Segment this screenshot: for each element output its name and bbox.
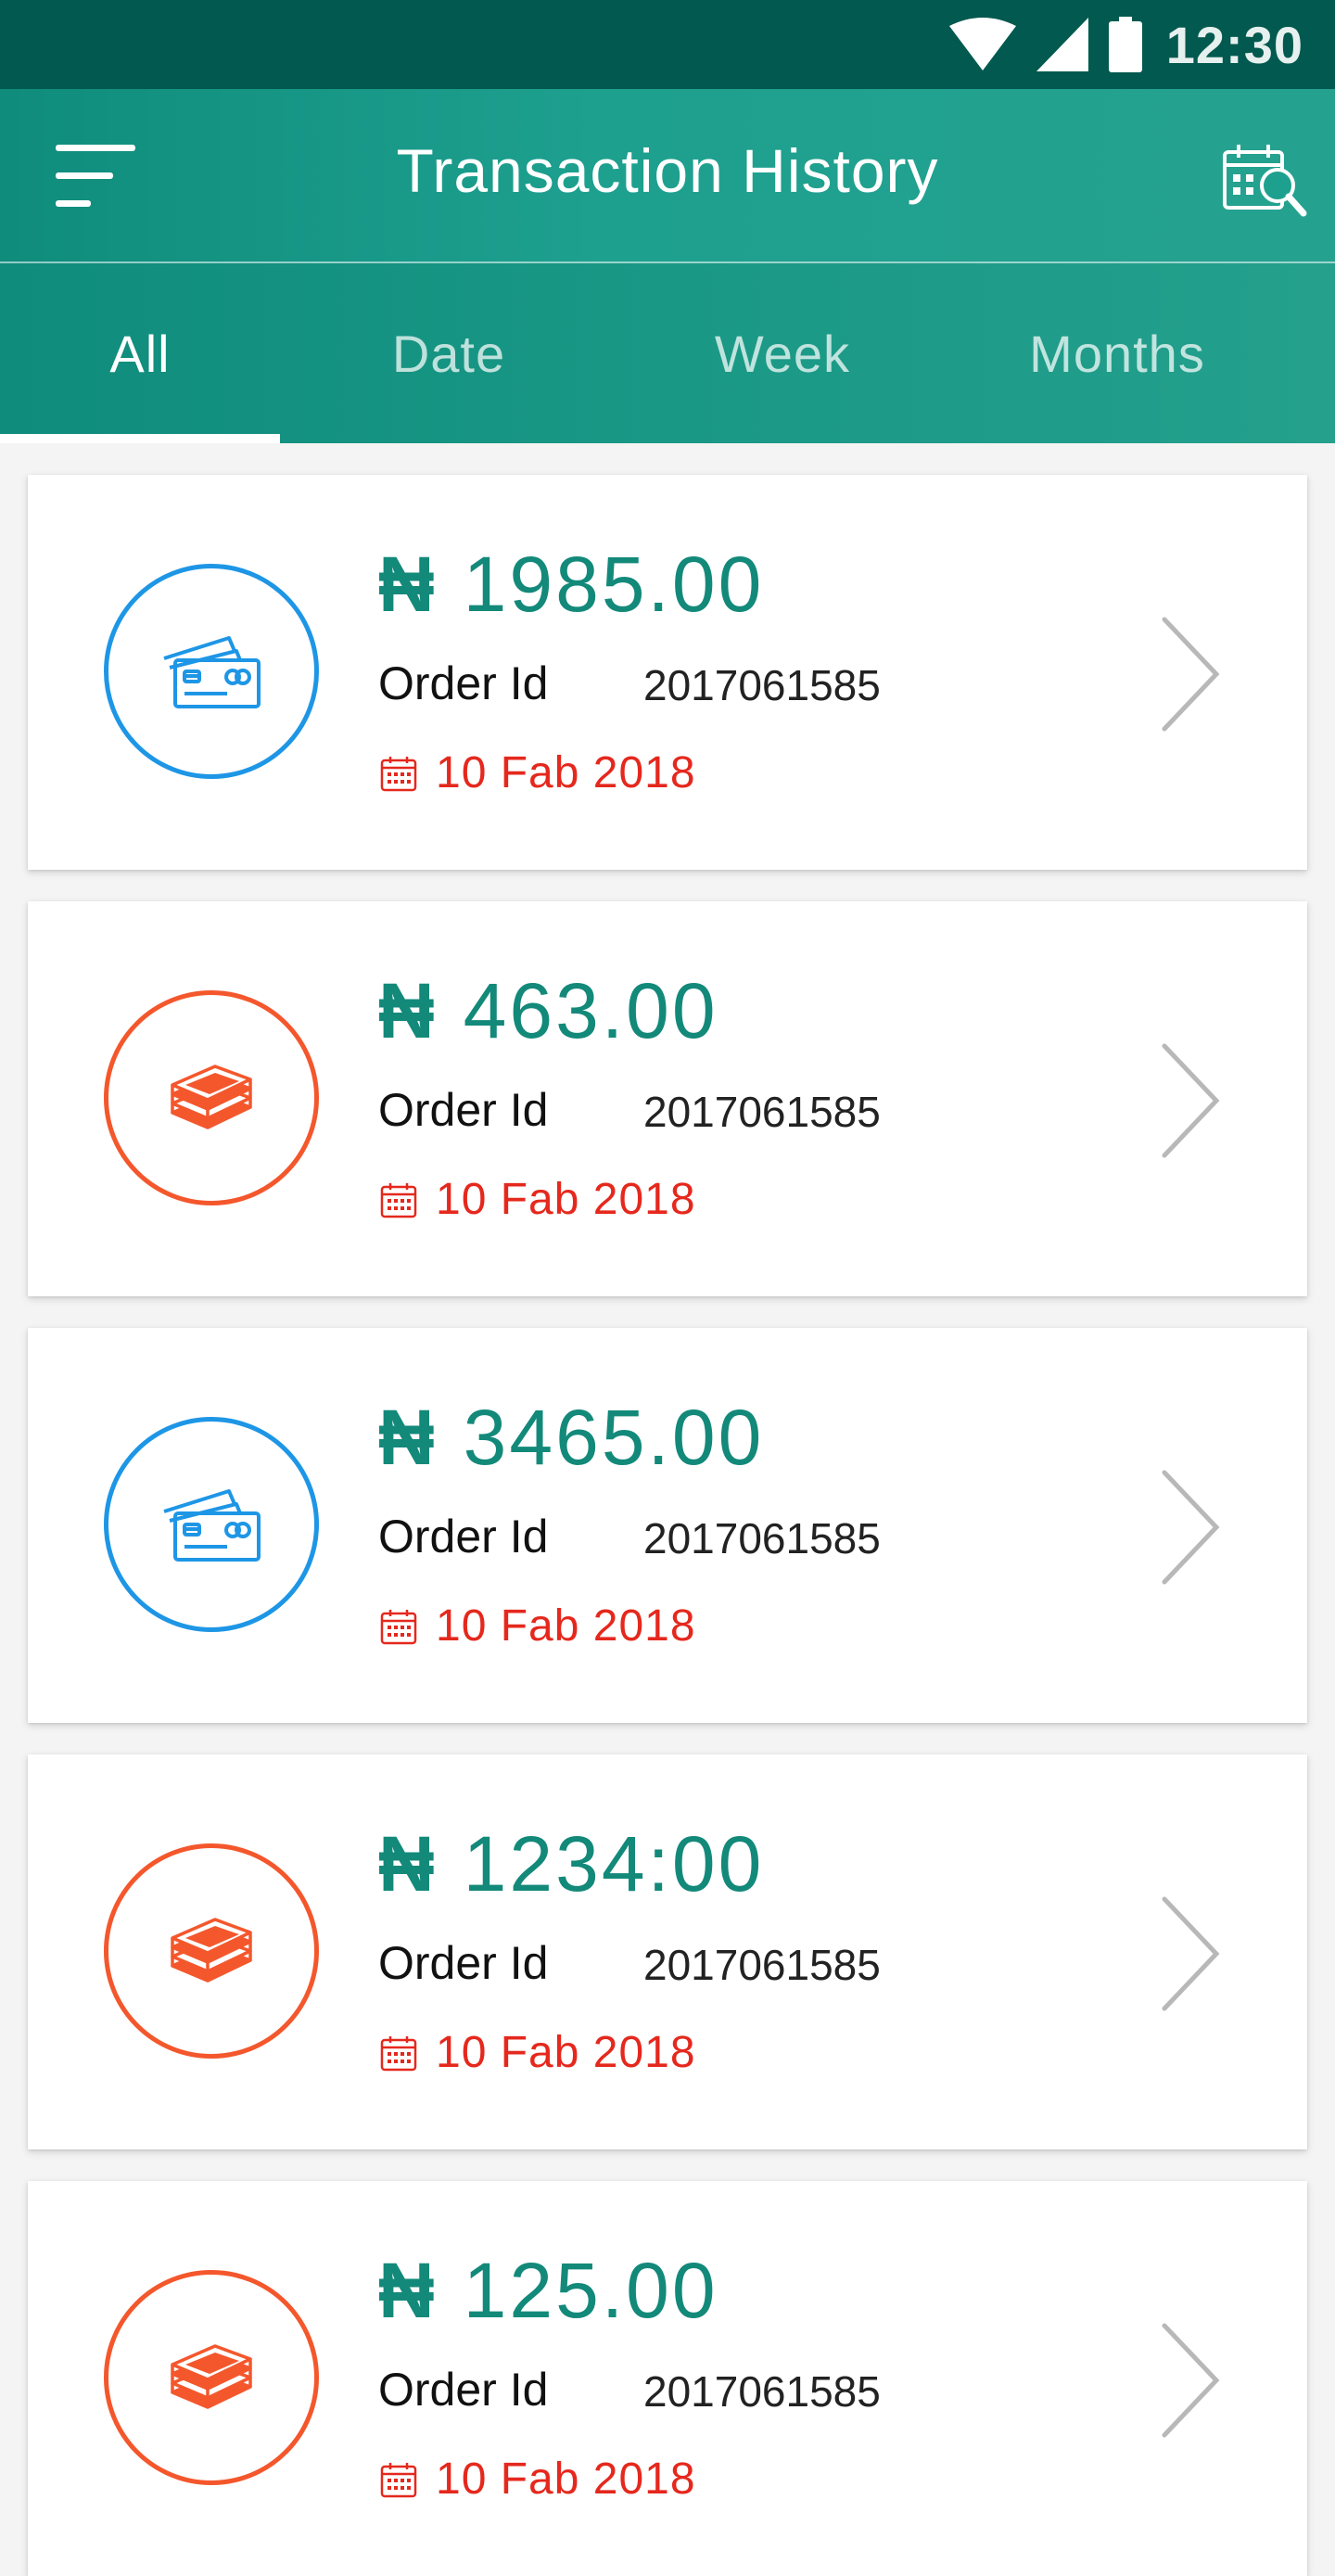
transaction-date: 10 Fab 2018 [436,2455,696,2504]
calendar-icon [380,1608,417,1650]
transaction-amount: ₦ 1985.00 [378,540,764,630]
page-title: Transaction History [396,136,939,205]
chevron-right-icon[interactable] [1159,614,1224,739]
currency-symbol: ₦ [378,541,438,628]
order-id-value: 2017061585 [643,1088,881,1136]
app-bar: Transaction History [0,89,1335,263]
credit-card-icon [160,631,262,713]
transaction-card[interactable]: ₦ 1234:00 Order Id 2017061585 10 Fab 2018 [28,1754,1307,2149]
transaction-type-badge [104,564,319,779]
wifi-icon [948,17,1016,72]
cellular-signal-icon [1036,18,1088,71]
amount-value: 1985.00 [463,541,765,628]
active-tab-indicator [0,434,280,443]
tab-months[interactable]: Months [947,263,1287,443]
tab-bar: All Date Week Months [0,263,1335,443]
transaction-card[interactable]: ₦ 1985.00 Order Id 2017061585 10 Fab 2018 [28,475,1307,870]
order-id-value: 2017061585 [643,1514,881,1562]
tab-week[interactable]: Week [617,263,947,443]
transaction-date: 10 Fab 2018 [436,1175,696,1224]
calendar-icon [380,2034,417,2076]
transaction-date: 10 Fab 2018 [436,2028,696,2077]
transaction-type-badge [104,2270,319,2485]
amount-value: 125.00 [463,2247,718,2334]
order-id-value: 2017061585 [643,661,881,709]
amount-value: 1234:00 [463,1820,765,1907]
order-id-value: 2017061585 [643,1941,881,1989]
amount-value: 463.00 [463,967,718,1054]
tab-all[interactable]: All [0,263,280,443]
cash-stack-icon [167,1910,256,1993]
order-id-label: Order Id [378,1511,549,1562]
calendar-icon [380,2461,417,2503]
transaction-card[interactable]: ₦ 125.00 Order Id 2017061585 10 Fab 2018 [28,2181,1307,2576]
transaction-amount: ₦ 1234:00 [378,1819,764,1909]
transaction-date: 10 Fab 2018 [436,1601,696,1651]
tab-date[interactable]: Date [280,263,617,443]
calendar-icon [380,1181,417,1223]
currency-symbol: ₦ [378,967,438,1054]
transaction-amount: ₦ 463.00 [378,966,718,1056]
currency-symbol: ₦ [378,1394,438,1481]
status-bar: 12:30 [0,0,1335,89]
order-id-value: 2017061585 [643,2367,881,2416]
order-id-label: Order Id [378,2364,549,2416]
currency-symbol: ₦ [378,2247,438,2334]
chevron-right-icon[interactable] [1159,1894,1224,2019]
transaction-card[interactable]: ₦ 463.00 Order Id 2017061585 10 Fab 2018 [28,901,1307,1296]
transaction-type-badge [104,990,319,1205]
chevron-right-icon[interactable] [1159,2320,1224,2445]
transaction-type-badge [104,1417,319,1632]
credit-card-icon [160,1484,262,1566]
status-time: 12:30 [1165,15,1303,74]
cash-stack-icon [167,2337,256,2419]
calendar-search-button[interactable] [1222,143,1307,217]
transaction-amount: ₦ 125.00 [378,2246,718,2336]
order-id-label: Order Id [378,1937,549,1989]
order-id-label: Order Id [378,1084,549,1136]
chevron-right-icon[interactable] [1159,1040,1224,1166]
transaction-card[interactable]: ₦ 3465.00 Order Id 2017061585 10 Fab 2018 [28,1328,1307,1723]
transaction-type-badge [104,1843,319,2059]
transaction-amount: ₦ 3465.00 [378,1393,764,1483]
calendar-search-icon [1223,145,1307,217]
transaction-date: 10 Fab 2018 [436,748,696,797]
currency-symbol: ₦ [378,1820,438,1907]
chevron-right-icon[interactable] [1159,1467,1224,1592]
cash-stack-icon [167,1057,256,1140]
amount-value: 3465.00 [463,1394,765,1481]
order-id-label: Order Id [378,657,549,709]
calendar-icon [380,755,417,797]
battery-icon [1108,17,1142,72]
